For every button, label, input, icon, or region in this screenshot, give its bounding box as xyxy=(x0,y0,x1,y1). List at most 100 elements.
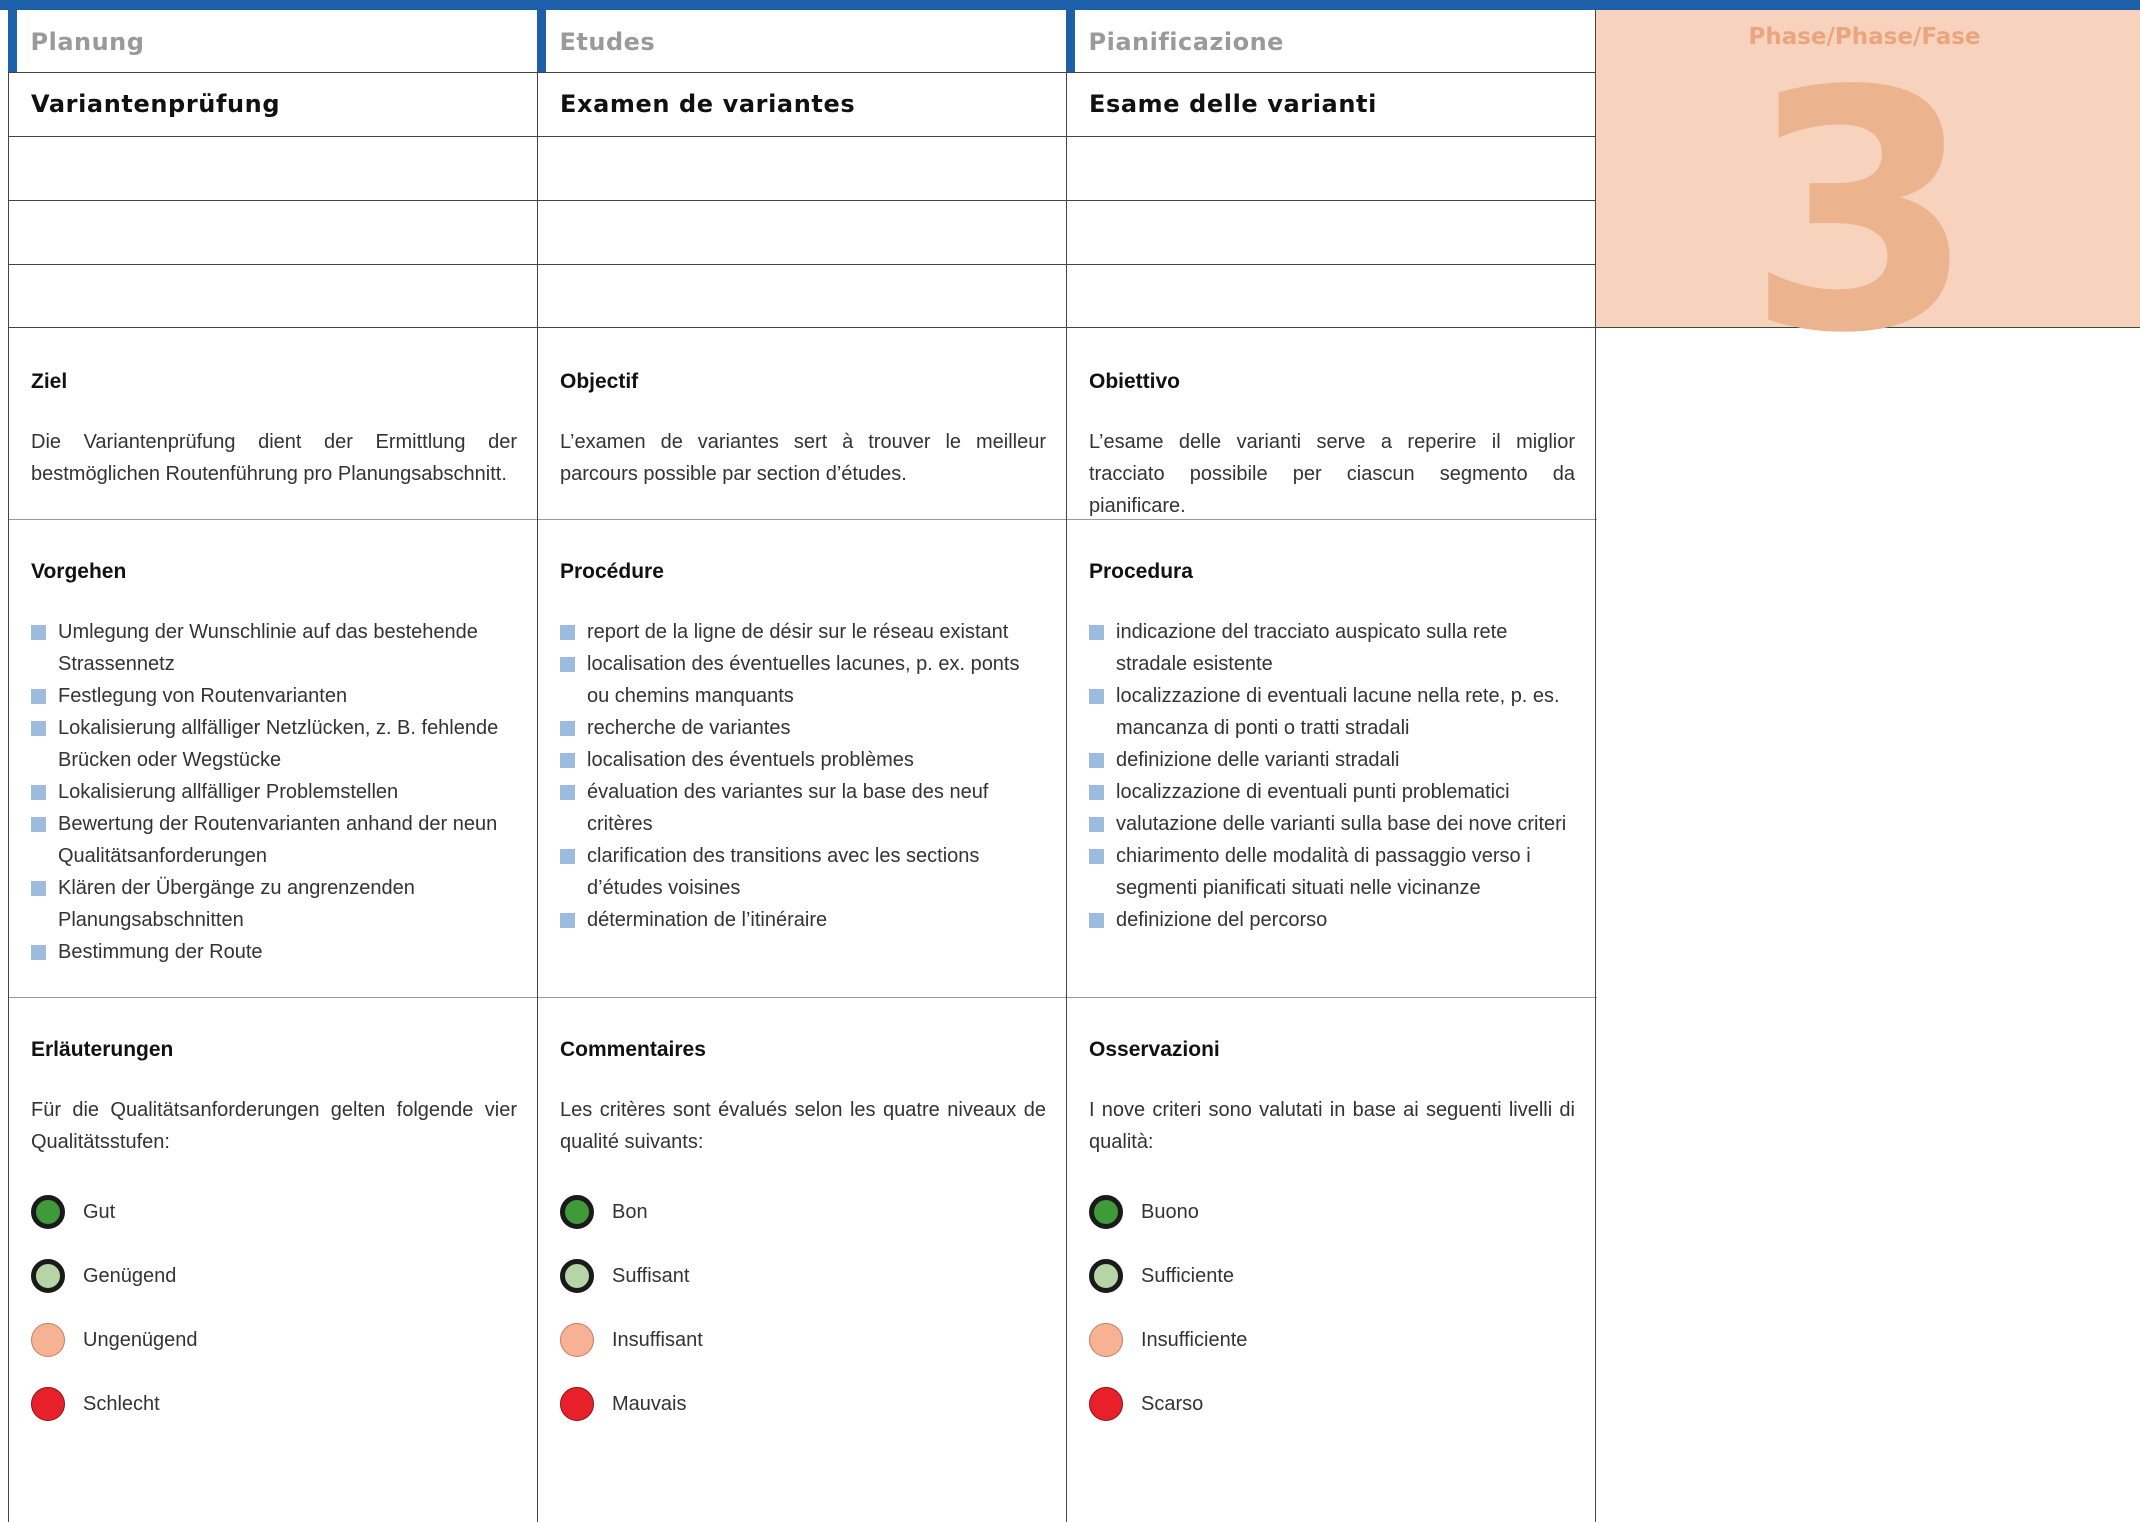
list-item: Umlegung der Wunschlinie auf das bestehe… xyxy=(31,616,517,680)
bullet-square-icon xyxy=(31,881,46,896)
list-item: recherche de variantes xyxy=(560,712,1046,744)
bullet-square-icon xyxy=(1089,849,1104,864)
bullet-square-icon xyxy=(31,689,46,704)
procedure-heading: Procedura xyxy=(1089,560,1193,583)
list-item: localisation des éventuels problèmes xyxy=(560,744,1046,776)
goal-text: L’examen de variantes sert à trouver le … xyxy=(560,431,1046,485)
explanation-section: Erläuterungen Für die Qualitätsanforderu… xyxy=(9,998,539,1522)
quality-levels: Gut Genügend Ungenügend Schlecht xyxy=(31,1180,517,1436)
goal-heading: Ziel xyxy=(31,370,68,393)
column-italian: Pianificazione Esame delle varianti Obie… xyxy=(1065,10,1597,1522)
list-item: definizione del percorso xyxy=(1089,904,1575,936)
phase-number: 3 xyxy=(1746,21,1976,405)
procedure-heading: Vorgehen xyxy=(31,560,127,583)
goal-section: Objectif L’examen de variantes sert à tr… xyxy=(538,330,1068,520)
column-french: Etudes Examen de variantes Objectif L’ex… xyxy=(536,10,1068,1522)
bullet-square-icon xyxy=(560,753,575,768)
explanation-section: Commentaires Les critères sont évalués s… xyxy=(538,998,1068,1522)
phase-box: Phase/Phase/Fase 3 xyxy=(1596,10,2140,378)
column-german: Planung Variantenprüfung Ziel Die Varian… xyxy=(7,10,539,1522)
quality-level-good: Bon xyxy=(560,1180,1046,1244)
list-item: Lokalisierung allfälliger Problemstellen xyxy=(31,776,517,808)
column-header: Planung xyxy=(7,10,538,72)
list-item: localizzazione di eventuali lacune nella… xyxy=(1089,680,1575,744)
procedure-section: Vorgehen Umlegung der Wunschlinie auf da… xyxy=(9,520,539,998)
red-circle-icon xyxy=(1089,1387,1123,1421)
procedure-section: Procédure report de la ligne de désir su… xyxy=(538,520,1068,998)
blank-row xyxy=(1067,200,1597,264)
quality-level-good: Gut xyxy=(31,1180,517,1244)
top-accent-bar xyxy=(0,0,2140,10)
list-item: évaluation des variantes sur la base des… xyxy=(560,776,1046,840)
quality-level-insufficient: Insufficiente xyxy=(1089,1308,1575,1372)
quality-level-good: Buono xyxy=(1089,1180,1575,1244)
goal-text: L’esame delle varianti serve a reperire … xyxy=(1089,431,1575,517)
list-item: Bestimmung der Route xyxy=(31,936,517,968)
list-item: definizione delle varianti stradali xyxy=(1089,744,1575,776)
bullet-square-icon xyxy=(1089,913,1104,928)
bullet-square-icon xyxy=(1089,785,1104,800)
explanation-heading: Erläuterungen xyxy=(31,1038,174,1061)
list-item: Bewertung der Routenvarianten anhand der… xyxy=(31,808,517,872)
list-item: chiarimento delle modalità di passaggio … xyxy=(1089,840,1575,904)
light-green-circle-icon xyxy=(560,1259,594,1293)
red-circle-icon xyxy=(31,1387,65,1421)
bullet-square-icon xyxy=(31,785,46,800)
light-green-circle-icon xyxy=(1089,1259,1123,1293)
green-circle-icon xyxy=(1089,1195,1123,1229)
section-title: Esame delle varianti xyxy=(1067,72,1597,136)
red-circle-icon xyxy=(560,1387,594,1421)
procedure-list: Umlegung der Wunschlinie auf das bestehe… xyxy=(31,616,517,968)
bullet-square-icon xyxy=(1089,753,1104,768)
procedure-list: report de la ligne de désir sur le résea… xyxy=(560,616,1046,936)
bullet-square-icon xyxy=(560,721,575,736)
blank-row xyxy=(538,264,1068,328)
explanation-heading: Osservazioni xyxy=(1089,1038,1220,1061)
bullet-square-icon xyxy=(1089,689,1104,704)
bullet-square-icon xyxy=(560,625,575,640)
bullet-square-icon xyxy=(560,785,575,800)
bullet-square-icon xyxy=(31,945,46,960)
quality-level-bad: Scarso xyxy=(1089,1372,1575,1436)
blank-row xyxy=(538,200,1068,264)
quality-level-sufficient: Genügend xyxy=(31,1244,517,1308)
column-header: Pianificazione xyxy=(1065,10,1596,72)
list-item: valutazione delle varianti sulla base de… xyxy=(1089,808,1575,840)
bullet-square-icon xyxy=(1089,817,1104,832)
phase-column: Phase/Phase/Fase 3 xyxy=(1595,10,2140,1522)
section-title: Examen de variantes xyxy=(538,72,1068,136)
quality-level-insufficient: Insuffisant xyxy=(560,1308,1046,1372)
bullet-square-icon xyxy=(560,913,575,928)
bullet-square-icon xyxy=(31,721,46,736)
list-item: localisation des éventuelles lacunes, p.… xyxy=(560,648,1046,712)
quality-levels: Bon Suffisant Insuffisant Mauvais xyxy=(560,1180,1046,1436)
quality-level-bad: Schlecht xyxy=(31,1372,517,1436)
bullet-square-icon xyxy=(31,625,46,640)
bullet-square-icon xyxy=(31,817,46,832)
salmon-circle-icon xyxy=(31,1323,65,1357)
green-circle-icon xyxy=(560,1195,594,1229)
explanation-text: I nove criteri sono valutati in base ai … xyxy=(1089,1099,1575,1153)
blank-row xyxy=(1067,136,1597,200)
list-item: report de la ligne de désir sur le résea… xyxy=(560,616,1046,648)
salmon-circle-icon xyxy=(560,1323,594,1357)
blank-row xyxy=(9,264,539,328)
list-item: indicazione del tracciato auspicato sull… xyxy=(1089,616,1575,680)
green-circle-icon xyxy=(31,1195,65,1229)
section-title: Variantenprüfung xyxy=(9,72,539,136)
explanation-heading: Commentaires xyxy=(560,1038,706,1061)
procedure-heading: Procédure xyxy=(560,560,664,583)
quality-level-sufficient: Sufficiente xyxy=(1089,1244,1575,1308)
goal-heading: Objectif xyxy=(560,370,639,393)
explanation-section: Osservazioni I nove criteri sono valutat… xyxy=(1067,998,1597,1522)
list-item: Lokalisierung allfälliger Netzlücken, z.… xyxy=(31,712,517,776)
procedure-section: Procedura indicazione del tracciato ausp… xyxy=(1067,520,1597,998)
blank-row xyxy=(1067,264,1597,328)
salmon-circle-icon xyxy=(1089,1323,1123,1357)
quality-level-bad: Mauvais xyxy=(560,1372,1046,1436)
bullet-square-icon xyxy=(1089,625,1104,640)
list-item: détermination de l’itinéraire xyxy=(560,904,1046,936)
list-item: Festlegung von Routenvarianten xyxy=(31,680,517,712)
quality-levels: Buono Sufficiente Insufficiente Scarso xyxy=(1089,1180,1575,1436)
light-green-circle-icon xyxy=(31,1259,65,1293)
